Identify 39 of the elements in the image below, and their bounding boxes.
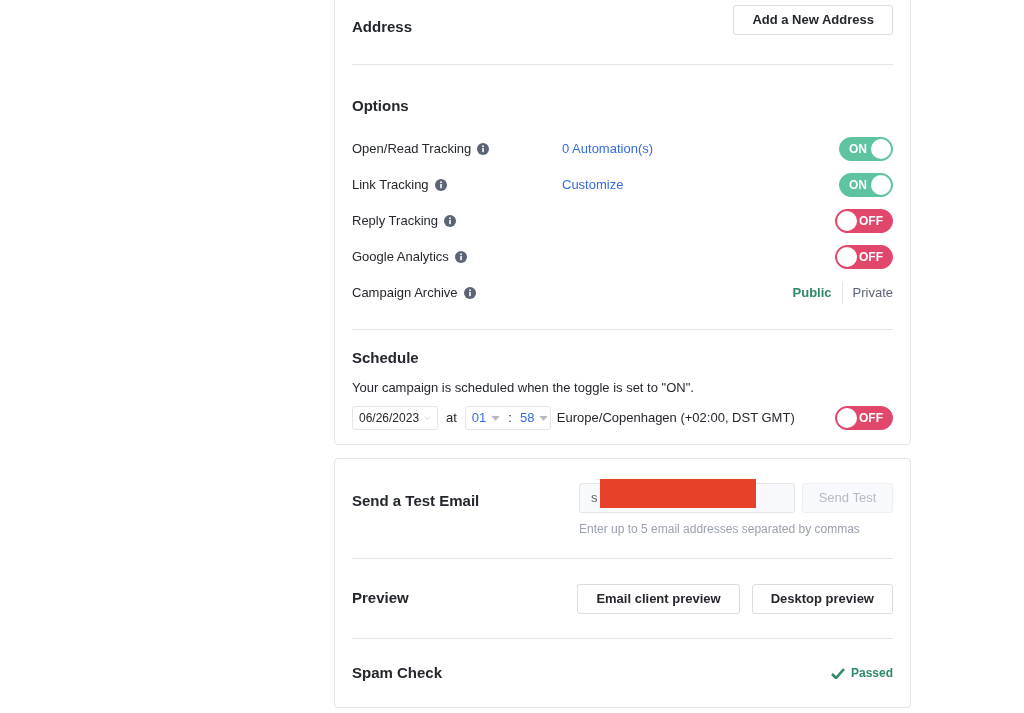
section-title: Schedule bbox=[352, 348, 420, 368]
minute-select[interactable]: 58 bbox=[519, 408, 535, 428]
option-label: Reply Tracking bbox=[352, 212, 438, 231]
chevron-icon bbox=[424, 416, 431, 420]
date-field[interactable]: 06/26/2023 bbox=[352, 406, 438, 430]
info-icon[interactable] bbox=[454, 251, 467, 263]
section-title: Spam Check bbox=[352, 662, 443, 683]
timezone-label: Europe/Copenhagen (+02:00, DST GMT) bbox=[556, 409, 796, 428]
email-hint: Enter up to 5 email addresses separated by commas bbox=[579, 521, 861, 538]
schedule-description: Your campaign is scheduled when the toggle is set to "ON". bbox=[352, 378, 695, 397]
info-icon[interactable] bbox=[463, 287, 476, 299]
check-icon bbox=[830, 667, 845, 679]
section-title: Address bbox=[352, 17, 413, 37]
option-label: Link Tracking bbox=[352, 176, 429, 195]
info-icon[interactable] bbox=[434, 179, 447, 191]
at-label: at bbox=[446, 409, 457, 428]
option-label: Campaign Archive bbox=[352, 284, 458, 303]
option-label: Google Analytics bbox=[352, 248, 449, 267]
toggle-switch[interactable]: OFF bbox=[835, 406, 893, 430]
preview-button[interactable]: Desktop preview bbox=[751, 583, 893, 614]
caret-icon bbox=[491, 415, 501, 421]
hour-select[interactable]: 01 bbox=[471, 408, 487, 428]
info-icon[interactable] bbox=[444, 215, 456, 227]
toggle-switch[interactable]: OFF bbox=[835, 245, 893, 269]
info-icon[interactable] bbox=[477, 143, 490, 155]
preview-button[interactable]: Email client preview bbox=[577, 583, 740, 614]
section-title: Options bbox=[352, 95, 410, 116]
spam-status: Passed bbox=[850, 665, 893, 682]
time-separator: : bbox=[508, 409, 512, 428]
option-link[interactable]: Customize bbox=[562, 177, 624, 193]
archive-option[interactable]: Public bbox=[792, 282, 842, 304]
section-title: Send a Test Email bbox=[352, 491, 480, 511]
section-title: Preview bbox=[352, 588, 409, 609]
add-address-button[interactable]: Add a New Address bbox=[733, 5, 893, 35]
caret-icon bbox=[539, 415, 549, 421]
option-link[interactable]: 0 Automation(s) bbox=[562, 141, 654, 157]
toggle-switch[interactable]: OFF bbox=[835, 209, 893, 233]
archive-option[interactable]: Private bbox=[841, 282, 893, 304]
option-label: Open/Read Tracking bbox=[352, 140, 472, 159]
